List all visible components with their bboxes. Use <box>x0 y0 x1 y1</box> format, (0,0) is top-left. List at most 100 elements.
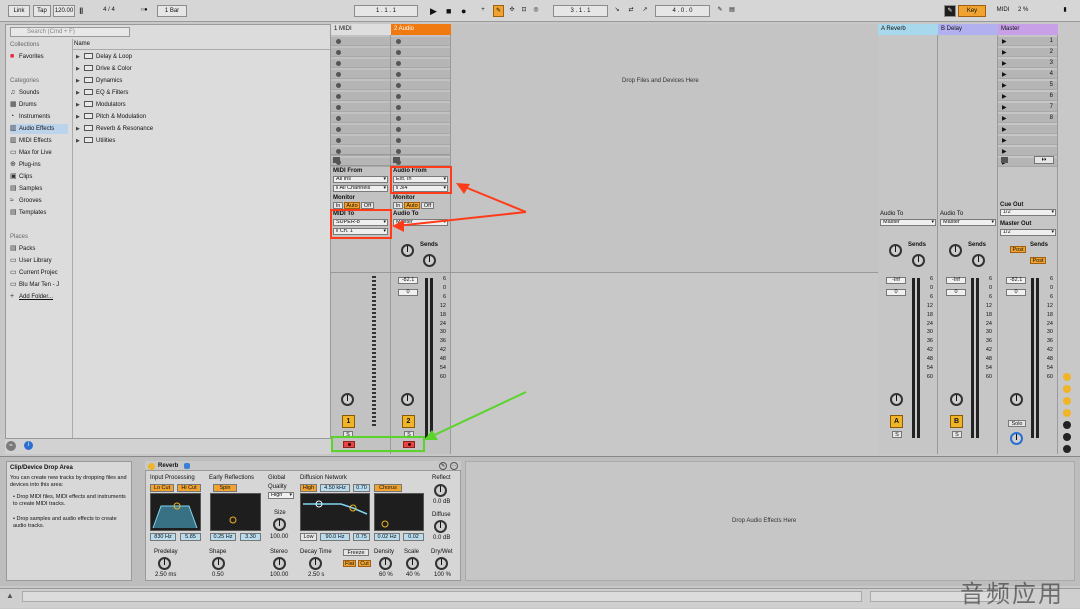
stop-clips-icon[interactable] <box>393 157 400 163</box>
scene-launch-icon[interactable]: ▶ <box>1002 82 1007 89</box>
time-signature[interactable]: 4 / 4 <box>89 5 129 17</box>
sidebar-item-favorites[interactable]: ■ Favorites <box>10 52 44 62</box>
clip-slot[interactable] <box>331 48 390 57</box>
scene-slot[interactable]: ▶ 7 <box>998 103 1057 112</box>
midi-map-button[interactable]: MIDI <box>990 5 1016 17</box>
sidebar-item-instruments[interactable]: ◔ Instruments <box>10 112 50 122</box>
freeze-button[interactable]: Freeze <box>343 549 369 556</box>
low-button[interactable]: Low <box>300 533 317 541</box>
return-a-header[interactable]: A Reverb <box>878 24 938 35</box>
clip-slot[interactable] <box>331 92 390 101</box>
clip-slot[interactable] <box>391 48 450 57</box>
sidebar-item-samples[interactable]: ▤ Samples <box>10 184 42 194</box>
clip-slot[interactable] <box>391 114 450 123</box>
folder-drive-color[interactable]: ▶ Drive & Color <box>76 64 132 74</box>
scene-launch-icon[interactable]: ▶ <box>1002 115 1007 122</box>
scene-launch-icon[interactable]: ▶ <box>1002 137 1007 144</box>
high-freq-field[interactable]: 4.50 kHz <box>320 484 350 492</box>
cue-out-select[interactable]: 1/2 <box>1000 209 1056 216</box>
scene-launch-icon[interactable]: ▶ <box>1002 71 1007 78</box>
master-out-select[interactable]: 1/2 <box>1000 229 1056 236</box>
master-pan[interactable]: 0 <box>1006 289 1026 296</box>
folder-dynamics[interactable]: ▶ Dynamics <box>76 76 122 86</box>
clip-slot[interactable] <box>331 59 390 68</box>
size-knob[interactable] <box>273 518 286 531</box>
return-a-send-a-knob[interactable] <box>889 244 902 257</box>
sidebar-item-max-for-live[interactable]: ▭ Max for Live <box>10 148 52 158</box>
sidebar-item-audio-effects[interactable]: ▥ Audio Effects <box>10 124 68 134</box>
clip-slot[interactable] <box>331 136 390 145</box>
diffuse-knob[interactable] <box>434 520 447 533</box>
cue-volume-knob[interactable] <box>1010 432 1023 445</box>
clip-slot[interactable] <box>331 70 390 79</box>
stop-clips-icon[interactable] <box>333 157 340 163</box>
folder-delay-loop[interactable]: ▶ Delay & Loop <box>76 52 132 62</box>
monitor-off-button[interactable]: Off <box>361 202 374 209</box>
mixer-toggle-icon[interactable] <box>1063 409 1071 417</box>
sidebar-item-blu-mar-ten[interactable]: ▭ Blu Mar Ten - J <box>10 280 59 290</box>
scene-slot[interactable]: ▶ 8 <box>998 114 1057 123</box>
sidebar-item-user-library[interactable]: ▭ User Library <box>10 256 52 266</box>
early-reflections-graph[interactable] <box>210 493 261 531</box>
track-1-header[interactable]: 1 MIDI <box>331 24 391 35</box>
device-menu-icon[interactable]: ⋯ <box>450 462 458 470</box>
song-position[interactable]: 1 . 1 . 1 <box>354 5 418 17</box>
performance-toggle-icon[interactable] <box>1063 445 1071 453</box>
return-b-activator[interactable]: B <box>950 415 963 428</box>
monitor-in-button[interactable]: In <box>333 202 343 209</box>
loop-start-field[interactable]: 3 . 1 . 1 <box>553 5 608 17</box>
clip-slot[interactable] <box>331 37 390 46</box>
play-icon[interactable]: ▶ <box>430 5 437 17</box>
folder-reverb-resonance[interactable]: ▶ Reverb & Resonance <box>76 124 153 134</box>
spin-button[interactable]: Spin <box>213 484 237 492</box>
loop-length-field[interactable]: 4 . 0 . 0 <box>655 5 710 17</box>
return-a-volume[interactable]: -Inf <box>886 277 906 284</box>
toggle-browser-icon[interactable]: ≈ <box>6 441 16 451</box>
monitor-auto-button[interactable]: Auto <box>344 202 360 209</box>
low-freq-field[interactable]: 90.0 Hz <box>320 533 350 541</box>
return-b-send-b-knob[interactable] <box>972 254 985 267</box>
track-1-crossfade-icon[interactable] <box>341 393 354 406</box>
return-b-audio-to-select[interactable]: Master <box>940 219 996 226</box>
scene-launch-icon[interactable]: ▶ <box>1002 104 1007 111</box>
density-knob[interactable] <box>379 557 392 570</box>
sidebar-item-packs[interactable]: ▤ Packs <box>10 244 35 254</box>
chorus-rate-field[interactable]: 0.02 Hz <box>374 533 400 541</box>
flat-button[interactable]: Flat <box>343 560 356 567</box>
sends-toggle-icon[interactable] <box>1063 385 1071 393</box>
low-amount-field[interactable]: 0.75 <box>353 533 370 541</box>
reenable-automation-icon[interactable]: ✣ <box>507 5 517 17</box>
scene-slot[interactable]: ▶ 3 <box>998 59 1057 68</box>
predelay-knob[interactable] <box>158 557 171 570</box>
scene-launch-icon[interactable]: ▶ <box>1002 93 1007 100</box>
stereo-knob[interactable] <box>273 557 286 570</box>
clip-slot[interactable] <box>391 81 450 90</box>
capture-icon[interactable]: ⊡ <box>519 5 529 17</box>
scene-slot[interactable]: ▶ 4 <box>998 70 1057 79</box>
stop-icon[interactable]: ■ <box>446 5 451 17</box>
high-button[interactable]: High <box>300 484 317 492</box>
input-width-field[interactable]: 5.85 <box>180 533 201 541</box>
track-delay-toggle-icon[interactable] <box>1063 433 1071 441</box>
folder-pitch-modulation[interactable]: ▶ Pitch & Modulation <box>76 112 146 122</box>
sidebar-item-add-folder[interactable]: + Add Folder... <box>10 292 53 302</box>
decay-time-knob[interactable] <box>309 557 322 570</box>
quantize-select[interactable]: 1 Bar <box>157 5 187 17</box>
clip-slot[interactable] <box>391 103 450 112</box>
track-2-header[interactable]: 2 Audio <box>391 24 451 35</box>
return-a-send-b-knob[interactable] <box>912 254 925 267</box>
scene-launch-icon[interactable]: ▶ <box>1002 38 1007 45</box>
return-a-crossfade-icon[interactable] <box>890 393 903 406</box>
automation-arm-icon[interactable]: ✎ <box>493 5 504 17</box>
er-amount-field[interactable]: 3.30 <box>240 533 261 541</box>
link-button[interactable]: Link <box>8 5 30 17</box>
return-b-pan[interactable]: 0 <box>946 289 966 296</box>
reverb-title-bar[interactable] <box>145 461 461 471</box>
scene-slot[interactable]: ▶ 1 <box>998 37 1057 46</box>
return-b-volume[interactable]: -Inf <box>946 277 966 284</box>
scene-launch-icon[interactable]: ▶ <box>1002 148 1007 155</box>
high-amount-field[interactable]: 0.70 <box>353 484 370 492</box>
returns-toggle-icon[interactable] <box>1063 397 1071 405</box>
scene-slot[interactable]: ▶ <box>998 125 1057 134</box>
session-record-icon[interactable]: ◎ <box>531 5 541 17</box>
